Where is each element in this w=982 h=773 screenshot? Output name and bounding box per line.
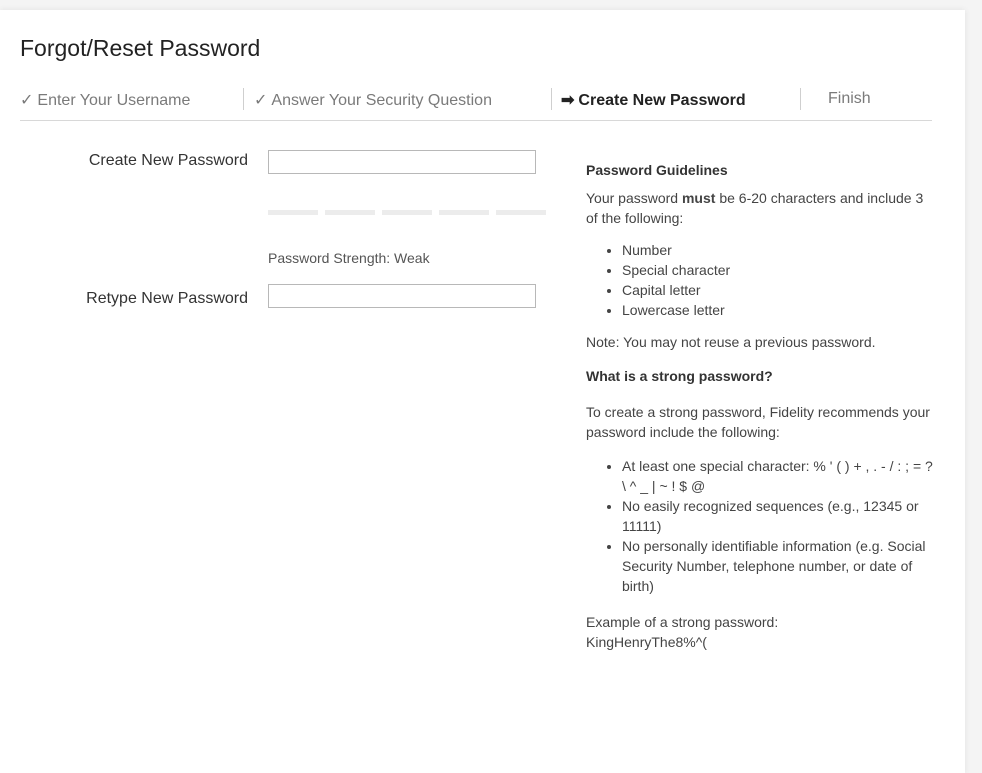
list-item: Capital letter xyxy=(622,280,936,300)
step-finish: Finish xyxy=(828,90,871,108)
example-label: Example of a strong password: xyxy=(586,614,779,630)
step-divider xyxy=(243,88,244,110)
step-create-password: ➡ Create New Password xyxy=(561,90,746,110)
step-divider xyxy=(800,88,801,110)
list-item: Lowercase letter xyxy=(622,300,936,320)
progress-steps: ✓ Enter Your Username ✓ Answer Your Securi… xyxy=(20,88,932,121)
retype-password-input[interactable] xyxy=(268,284,536,308)
password-strength-text: Password Strength: Weak xyxy=(268,250,430,266)
arrow-right-icon: ➡ xyxy=(561,92,575,109)
list-item: Number xyxy=(622,240,936,260)
step-divider xyxy=(551,88,552,110)
password-guidelines: Password Guidelines Your password must b… xyxy=(586,160,936,652)
reset-password-card: Forgot/Reset Password ✓ Enter Your Userna… xyxy=(0,10,965,773)
check-icon: ✓ xyxy=(20,92,34,109)
list-item: No easily recognized sequences (e.g., 12… xyxy=(622,496,936,536)
guidelines-heading: Password Guidelines xyxy=(586,162,728,178)
strength-segment xyxy=(268,210,318,215)
step-label: Finish xyxy=(828,90,871,107)
list-item: Special character xyxy=(622,260,936,280)
requirements-list: Number Special character Capital letter … xyxy=(586,240,936,320)
strong-password-heading: What is a strong password? xyxy=(586,368,773,384)
intro-emphasis: must xyxy=(681,190,716,206)
strength-segment xyxy=(439,210,489,215)
page-title: Forgot/Reset Password xyxy=(20,35,261,61)
reuse-note: Note: You may not reuse a previous passw… xyxy=(586,334,876,350)
new-password-input[interactable] xyxy=(268,150,536,174)
step-enter-username: ✓ Enter Your Username xyxy=(20,90,190,110)
example-password: KingHenryThe8%^( xyxy=(586,634,707,650)
new-password-label: Create New Password xyxy=(88,152,248,169)
strength-segment xyxy=(496,210,546,215)
step-label: Answer Your Security Question xyxy=(271,92,492,109)
check-icon: ✓ xyxy=(254,92,268,109)
step-label: Create New Password xyxy=(578,92,746,109)
retype-password-label: Retype New Password xyxy=(86,290,248,307)
step-security-question: ✓ Answer Your Security Question xyxy=(254,90,492,110)
step-label: Enter Your Username xyxy=(37,92,191,109)
strength-segment xyxy=(382,210,432,215)
strength-segment xyxy=(325,210,375,215)
list-item: No personally identifiable information (… xyxy=(622,536,936,596)
strong-password-intro: To create a strong password, Fidelity re… xyxy=(586,404,930,440)
strong-password-list: At least one special character: % ' ( ) … xyxy=(586,456,936,596)
password-strength-meter xyxy=(268,210,546,215)
list-item: At least one special character: % ' ( ) … xyxy=(622,456,936,496)
guidelines-intro: Your password must be 6-20 characters an… xyxy=(586,188,936,228)
intro-text: Your password xyxy=(586,190,682,206)
